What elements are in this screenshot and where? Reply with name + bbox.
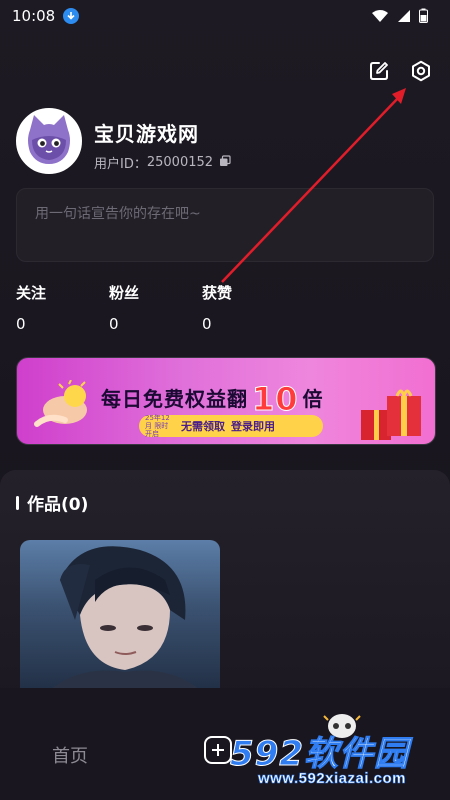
watermark-text: 软件园: [303, 734, 409, 775]
banner-date-note: 25年12月 限时开启: [145, 414, 170, 438]
stat-value: 0: [109, 315, 119, 333]
signal-icon: [398, 9, 410, 22]
stat-label: 粉丝: [109, 284, 140, 302]
edit-profile-button[interactable]: [366, 58, 392, 84]
settings-button[interactable]: [408, 58, 434, 84]
watermark-number: 592: [230, 734, 304, 775]
stat-label: 关注: [16, 284, 47, 302]
stats-row: 关注 0 粉丝 0 获赞 0: [16, 282, 295, 333]
watermark-url: www.592xiazai.com: [258, 770, 407, 788]
nickname: 宝贝游戏网: [94, 122, 199, 146]
stat-following[interactable]: 关注 0: [16, 282, 109, 333]
battery-icon: [419, 8, 428, 23]
watermark-title: 592软件园: [230, 726, 409, 775]
stat-followers[interactable]: 粉丝 0: [109, 282, 202, 333]
work-card-illustration: [50, 546, 200, 690]
header-actions: [366, 58, 434, 84]
user-id-value: 25000152: [146, 155, 214, 170]
gift-icon: [361, 389, 421, 440]
edit-icon: [370, 62, 388, 80]
banner-tag-2: 登录即用: [231, 420, 275, 433]
status-time: 10:08: [12, 7, 56, 25]
copy-icon[interactable]: [219, 154, 231, 171]
work-card[interactable]: [20, 540, 220, 690]
banner-title-number: 10: [252, 380, 299, 419]
profile-page: 10:08 宝贝游戏网 用户ID： 25000152 用一句话宣告你的存在吧~ …: [0, 0, 450, 800]
bio-placeholder: 用一句话宣告你的存在吧~: [35, 206, 201, 222]
download-icon: [63, 8, 80, 24]
banner-pill: 25年12月 限时开启 无需领取 登录即用: [139, 414, 323, 438]
banner-title-prefix: 每日免费权益翻: [101, 387, 248, 411]
banner-title: 每日免费权益翻 10 倍: [101, 380, 324, 419]
user-id-row: 用户ID： 25000152: [94, 153, 231, 172]
watermark: 592软件园 www.592xiazai.com: [224, 722, 446, 798]
plus-icon: [212, 744, 224, 756]
status-bar: 10:08: [0, 0, 450, 32]
nav-home[interactable]: 首页: [52, 742, 88, 768]
user-id-label: 用户ID：: [94, 157, 147, 172]
settings-icon: [412, 60, 430, 82]
works-header: 作品(0): [16, 490, 88, 515]
stat-value: 0: [16, 315, 26, 333]
bio-input[interactable]: 用一句话宣告你的存在吧~: [16, 188, 434, 262]
banner-tag-1: 无需领取: [181, 420, 225, 433]
works-title: 作品(0): [27, 495, 89, 515]
wifi-icon: [372, 9, 388, 22]
avatar[interactable]: [16, 108, 82, 174]
stat-label: 获赞: [202, 284, 233, 302]
stat-value: 0: [202, 315, 212, 333]
promo-banner[interactable]: 每日免费权益翻 10 倍 25年12月 限时开启 无需领取 登录即用: [16, 357, 436, 445]
status-icons: [371, 8, 428, 23]
works-header-bar: [16, 495, 19, 510]
stat-likes[interactable]: 获赞 0: [202, 282, 295, 333]
hand-icon: [34, 380, 87, 427]
banner-title-suffix: 倍: [302, 387, 324, 411]
